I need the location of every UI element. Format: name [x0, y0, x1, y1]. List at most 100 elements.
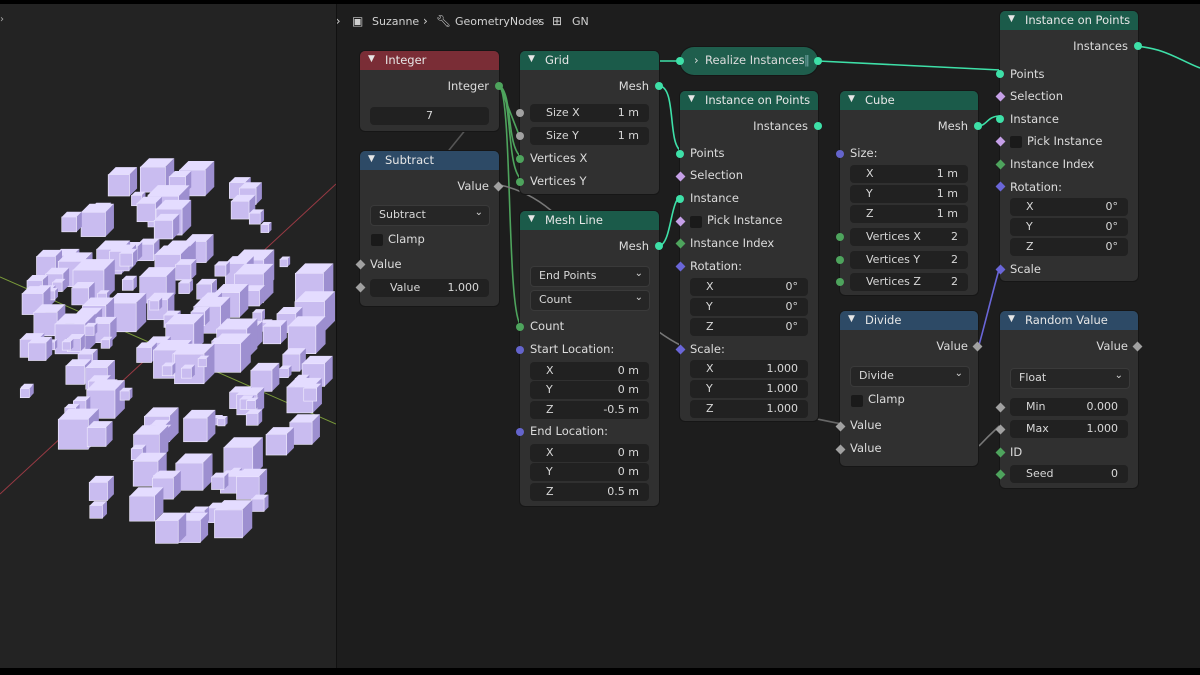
- subtract-node[interactable]: ▼ Subtract Value Subtract ⌄ Clamp Value Va…: [355, 151, 504, 306]
- size-x-socket[interactable]: [516, 109, 524, 117]
- start-x-field[interactable]: X0 m: [530, 362, 649, 380]
- node-header[interactable]: ▼ Random Value: [1000, 311, 1138, 330]
- pick-instance-checkbox[interactable]: [1010, 136, 1022, 148]
- rotation-z-field[interactable]: Z 0°: [1010, 238, 1128, 256]
- random-value-node[interactable]: ▼ Random Value Value Float ⌄ Min 0.000 Max 1…: [995, 311, 1143, 488]
- clamp-checkbox[interactable]: [371, 234, 383, 246]
- count-mode-dropdown[interactable]: Count ⌄: [530, 290, 650, 311]
- vertices-y-field[interactable]: Vertices Y2: [850, 251, 968, 269]
- start-y-field[interactable]: Y0 m: [530, 381, 649, 399]
- size-y-field[interactable]: Size Y1 m: [530, 127, 649, 145]
- collapse-chevron-icon[interactable]: ▼: [528, 54, 535, 64]
- size-x-field[interactable]: X1 m: [850, 165, 968, 183]
- clamp-checkbox[interactable]: [851, 395, 863, 407]
- collapse-chevron-icon[interactable]: ▼: [848, 314, 855, 324]
- collapse-chevron-icon[interactable]: ▼: [1008, 14, 1015, 24]
- integer-value-field[interactable]: 7: [370, 107, 489, 125]
- rotation-y-field[interactable]: Y 0°: [690, 298, 808, 316]
- rotation-y-field[interactable]: Y 0°: [1010, 218, 1128, 236]
- rotation-x-field[interactable]: X 0°: [690, 278, 808, 296]
- viewport-expand-icon[interactable]: ›: [0, 14, 4, 25]
- end-x-field[interactable]: X0 m: [530, 444, 649, 462]
- instance-input-socket[interactable]: [996, 115, 1004, 123]
- vertices-x-field[interactable]: Vertices X2: [850, 228, 968, 246]
- cube-node[interactable]: ▼ Cube Mesh Size: X1 m Y1 m Z1 m Vertices…: [836, 91, 982, 295]
- size-y-field[interactable]: Y1 m: [850, 185, 968, 203]
- points-input-socket[interactable]: [996, 70, 1004, 78]
- clamp-label: Clamp: [868, 392, 905, 406]
- node-header[interactable]: ▼ Divide: [840, 311, 978, 330]
- node-header[interactable]: ▼ Integer: [360, 51, 499, 70]
- start-z-field[interactable]: Z -0.5 m: [530, 401, 649, 419]
- max-field[interactable]: Max 1.000: [1010, 420, 1128, 438]
- mode-dropdown[interactable]: End Points ⌄: [530, 266, 650, 287]
- node-header[interactable]: ▼ Mesh Line: [520, 211, 659, 230]
- rotation-x-field[interactable]: X 0°: [1010, 198, 1128, 216]
- integer-node[interactable]: ▼ Integer Integer 7: [360, 51, 503, 131]
- node-editor[interactable]: ‹› ▣ Suzanne › 🔧︎ GeometryNodes › ⊞ GN ▼…: [337, 4, 1200, 668]
- breadcrumb-object[interactable]: Suzanne: [372, 15, 419, 28]
- cube-front: [89, 505, 103, 519]
- integer-output-socket[interactable]: [495, 82, 503, 90]
- value-field[interactable]: Value 1.000: [370, 279, 489, 297]
- input-label: Rotation:: [690, 259, 742, 273]
- node-header[interactable]: ▼ Cube: [840, 91, 978, 110]
- collapse-chevron-icon[interactable]: ▼: [368, 54, 375, 64]
- min-field[interactable]: Min 0.000: [1010, 398, 1128, 416]
- end-location-socket[interactable]: [516, 428, 524, 436]
- collapse-chevron-icon[interactable]: ▼: [528, 214, 535, 224]
- scale-x-field[interactable]: X 1.000: [690, 360, 808, 378]
- node-header[interactable]: ▼ Subtract: [360, 151, 499, 170]
- geometry-input-socket[interactable]: [676, 57, 684, 65]
- collapse-arrows-icon[interactable]: ‹›: [337, 14, 341, 28]
- divide-node[interactable]: ▼ Divide Value Divide ⌄ Clamp Value Value: [835, 311, 983, 466]
- count-socket[interactable]: [516, 323, 524, 331]
- seed-field[interactable]: Seed 0: [1010, 465, 1128, 483]
- mesh-output-socket[interactable]: [655, 82, 663, 90]
- collapse-chevron-icon[interactable]: ▼: [368, 154, 375, 164]
- vertices-z-socket[interactable]: [836, 278, 844, 286]
- instance-on-points-node-1[interactable]: ▼ Instance on Points Instances Points Sel…: [675, 91, 822, 421]
- pick-instance-checkbox[interactable]: [690, 216, 702, 228]
- points-input-socket[interactable]: [676, 150, 684, 158]
- 3d-viewport[interactable]: ›: [0, 4, 337, 668]
- breadcrumb-modifier[interactable]: GeometryNodes: [455, 15, 544, 28]
- vertices-z-field[interactable]: Vertices Z2: [850, 273, 968, 291]
- geometry-output-socket[interactable]: [814, 57, 822, 65]
- node-header[interactable]: ▼ Grid: [520, 51, 659, 70]
- expand-chevron-icon[interactable]: ›: [694, 53, 699, 67]
- rotation-z-field[interactable]: Z 0°: [690, 318, 808, 336]
- node-header[interactable]: ▼ Instance on Points: [1000, 11, 1138, 30]
- end-y-field[interactable]: Y0 m: [530, 463, 649, 481]
- size-x-field[interactable]: Size X1 m: [530, 104, 649, 122]
- scale-z-field[interactable]: Z 1.000: [690, 400, 808, 418]
- mesh-line-node[interactable]: ▼ Mesh Line Mesh End Points ⌄ Count ⌄ Count…: [516, 211, 663, 506]
- mesh-output-socket[interactable]: [974, 122, 982, 130]
- vertices-x-socket[interactable]: [836, 233, 844, 241]
- start-location-socket[interactable]: [516, 346, 524, 354]
- vertices-y-socket[interactable]: [516, 178, 524, 186]
- scale-y-field[interactable]: Y 1.000: [690, 380, 808, 398]
- cube-front: [278, 368, 289, 378]
- collapse-chevron-icon[interactable]: ▼: [848, 94, 855, 104]
- collapse-chevron-icon[interactable]: ▼: [1008, 314, 1015, 324]
- mesh-output-socket[interactable]: [655, 242, 663, 250]
- node-header[interactable]: ▼ Instance on Points: [680, 91, 818, 110]
- instance-on-points-node-2[interactable]: ▼ Instance on Points Instances Points Sel…: [995, 11, 1142, 281]
- instances-output-socket[interactable]: [1134, 42, 1142, 50]
- operation-dropdown[interactable]: Subtract ⌄: [370, 205, 490, 226]
- breadcrumb-tree[interactable]: GN: [572, 15, 589, 28]
- realize-instances-node[interactable]: › Realize Instances ‖: [676, 47, 822, 75]
- instances-output-socket[interactable]: [814, 122, 822, 130]
- end-z-field[interactable]: Z 0.5 m: [530, 483, 649, 501]
- size-socket[interactable]: [836, 150, 844, 158]
- instance-input-socket[interactable]: [676, 195, 684, 203]
- collapse-chevron-icon[interactable]: ▼: [688, 94, 695, 104]
- vertices-y-socket[interactable]: [836, 256, 844, 264]
- operation-dropdown[interactable]: Divide ⌄: [850, 366, 970, 387]
- size-y-socket[interactable]: [516, 132, 524, 140]
- grid-node[interactable]: ▼ Grid Mesh Size X1 m Size Y1 m Vertices …: [516, 51, 663, 194]
- vertices-x-socket[interactable]: [516, 155, 524, 163]
- size-z-field[interactable]: Z1 m: [850, 205, 968, 223]
- data-type-dropdown[interactable]: Float ⌄: [1010, 368, 1130, 389]
